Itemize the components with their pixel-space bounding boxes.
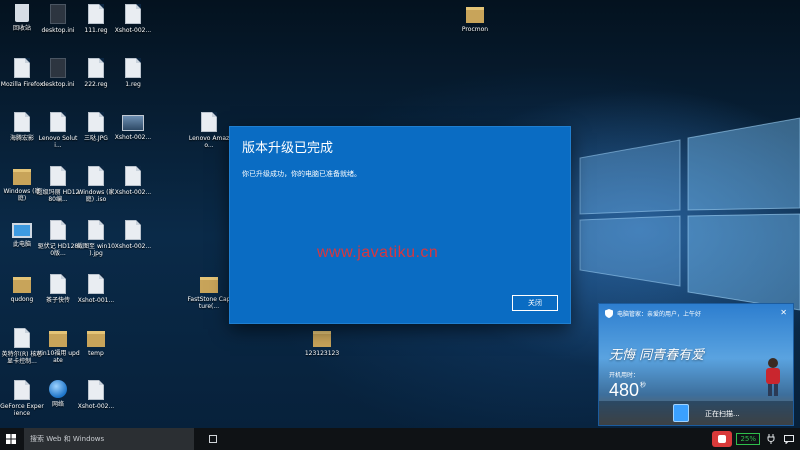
taskbar: 搜索 Web 和 Windows 25% — [0, 428, 800, 450]
power-plug-icon[interactable] — [764, 432, 778, 446]
desktop-icon[interactable]: FastStone Capture(... — [187, 274, 231, 324]
file-icon — [125, 166, 141, 186]
task-view-icon — [209, 435, 217, 443]
desktop-icon[interactable]: Xshot-002... — [74, 380, 118, 428]
desktop-icon[interactable]: 1.reg — [111, 58, 155, 108]
upgrade-complete-dialog: 版本升级已完成 你已升级成功，你的电脑已准备就绪。 关闭 — [230, 127, 570, 323]
desktop-icon[interactable]: Xshot-002... — [111, 4, 155, 54]
folder-icon — [13, 169, 31, 185]
desktop-icon[interactable]: Xshot-001... — [74, 274, 118, 324]
file-icon — [50, 4, 66, 24]
desktop-icon[interactable]: Procmon — [453, 4, 497, 54]
start-button[interactable] — [0, 428, 22, 450]
watermark: www.javatiku.cn — [317, 244, 439, 261]
close-button[interactable]: 关闭 — [512, 295, 558, 311]
folder-icon — [49, 331, 67, 347]
pc-manager-tray-icon[interactable] — [712, 431, 733, 447]
computer-icon — [12, 223, 32, 238]
image-icon — [122, 115, 144, 131]
popup-banner-text: 无悔 同青春有爱 — [609, 348, 705, 363]
dialog-title: 版本升级已完成 — [242, 141, 334, 156]
boot-time-label: 开机用时： — [609, 372, 640, 379]
file-icon — [88, 166, 104, 186]
file-icon — [125, 58, 141, 78]
desktop: 回收站 desktop.ini 111.reg Xshot-002... Pro… — [0, 0, 800, 428]
file-icon — [201, 112, 217, 132]
file-icon — [88, 4, 104, 24]
file-icon — [14, 58, 30, 78]
recycle-bin-icon — [15, 4, 29, 22]
file-icon — [88, 112, 104, 132]
file-icon — [125, 220, 141, 240]
search-input[interactable]: 搜索 Web 和 Windows — [24, 428, 194, 450]
notification-icon[interactable] — [782, 432, 796, 446]
desktop-icon[interactable]: Xshot-002... — [111, 220, 155, 270]
file-icon — [50, 220, 66, 240]
folder-icon — [200, 277, 218, 293]
file-icon — [14, 380, 30, 400]
popup-header-text: 电脑管家：亲爱的用户，上午好 — [617, 310, 702, 318]
shield-icon — [605, 308, 613, 318]
person-photo — [766, 358, 780, 396]
task-view-button[interactable] — [206, 432, 220, 446]
battery-indicator[interactable]: 25% — [736, 433, 760, 445]
desktop-icon[interactable]: Xshot-002... — [111, 166, 155, 216]
windows-logo-wallpaper — [579, 117, 800, 311]
file-icon — [125, 4, 141, 24]
desktop-icon[interactable]: Xshot-002... — [111, 112, 155, 162]
file-icon — [88, 58, 104, 78]
app-tray-icon — [718, 435, 727, 443]
file-icon — [50, 274, 66, 294]
popup-header: 电脑管家：亲爱的用户，上午好 — [599, 304, 793, 322]
desktop-icon[interactable]: temp — [74, 328, 118, 378]
folder-icon — [87, 331, 105, 347]
desktop-icon[interactable]: 123123123 — [300, 328, 344, 378]
folder-icon — [466, 7, 484, 23]
file-icon — [14, 112, 30, 132]
folder-icon — [13, 277, 31, 293]
usb-drive-icon — [673, 404, 689, 422]
network-globe-icon — [49, 380, 67, 398]
close-icon[interactable]: ✕ — [780, 308, 787, 317]
desktop-icon[interactable]: Lenovo Amazo... — [187, 112, 231, 162]
file-icon — [88, 220, 104, 240]
scan-status: 正在扫描... — [705, 410, 740, 418]
file-icon — [88, 380, 104, 400]
file-icon — [50, 166, 66, 186]
file-icon — [14, 328, 30, 348]
pc-manager-popup: 电脑管家：亲爱的用户，上午好 ✕ 无悔 同青春有爱 开机用时： 480秒 正在扫… — [598, 303, 794, 426]
dialog-message: 你已升级成功，你的电脑已准备就绪。 — [242, 170, 361, 178]
system-tray: 25% — [712, 428, 800, 450]
popup-status-bar: 正在扫描... — [599, 401, 793, 425]
file-icon — [50, 58, 66, 78]
folder-icon — [313, 331, 331, 347]
file-icon — [88, 274, 104, 294]
file-icon — [50, 112, 66, 132]
boot-time-value: 480秒 — [609, 380, 647, 400]
windows-start-icon — [6, 434, 16, 444]
